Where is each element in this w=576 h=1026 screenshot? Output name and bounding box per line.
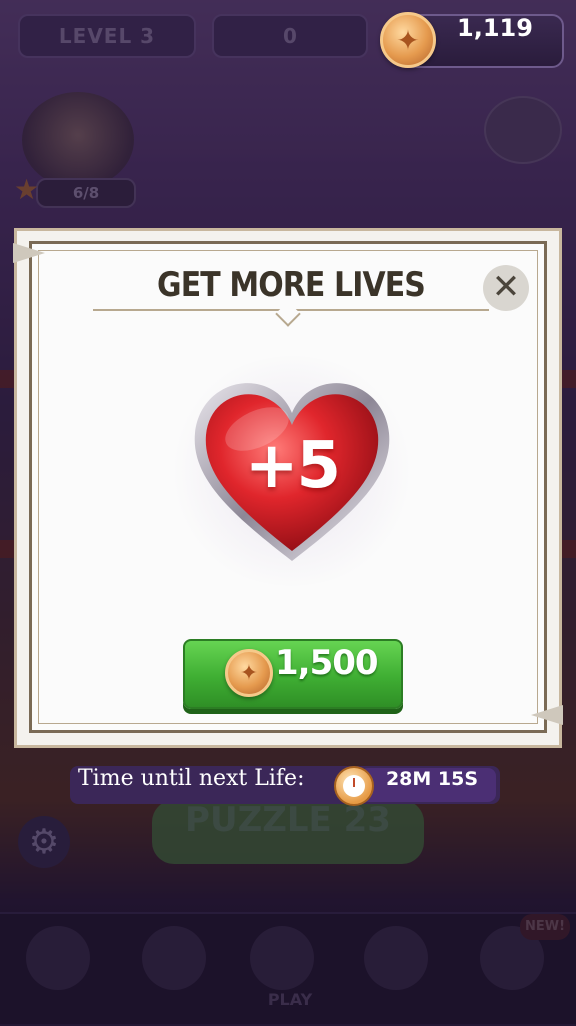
corner-ornament (13, 243, 45, 263)
coin-balance: 1,119 (457, 14, 533, 42)
dialog-title: GET MORE LIVES (157, 265, 426, 305)
life-timer-value: 28M 15S (385, 768, 479, 790)
coin-icon: ✦ (380, 12, 436, 68)
corner-ornament (531, 705, 563, 725)
close-icon[interactable]: ✕ (483, 265, 529, 311)
star-icon: ✦ (396, 23, 420, 57)
life-timer-label: Time until next Life: (78, 766, 305, 791)
coin-icon: ✦ (225, 649, 273, 697)
reward-amount: +5 (244, 429, 341, 503)
stopwatch-icon (334, 766, 374, 806)
get-more-lives-dialog: GET MORE LIVES ✕ +5 ✦ 1,500 (13, 228, 563, 748)
star-icon: ✦ (239, 660, 259, 686)
buy-price: 1,500 (275, 643, 379, 683)
